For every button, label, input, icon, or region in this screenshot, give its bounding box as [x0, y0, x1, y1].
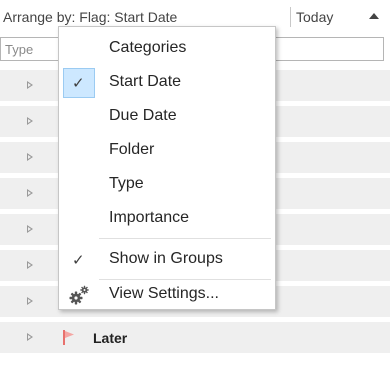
arrange-by-label[interactable]: Arrange by: Flag: Start Date	[3, 9, 177, 25]
menu-separator	[99, 238, 271, 239]
expand-triangle-icon[interactable]	[27, 81, 33, 89]
search-text: Type	[5, 42, 34, 57]
menu-item-show-in-groups[interactable]: ✓ Show in Groups	[59, 242, 275, 276]
menu-item-label: Start Date	[109, 73, 182, 90]
checkmark-icon: ✓	[72, 252, 85, 269]
gear-icon	[69, 285, 89, 305]
expand-triangle-icon[interactable]	[27, 189, 33, 197]
menu-item-start-date[interactable]: ✓ Start Date	[59, 65, 275, 99]
menu-item-folder[interactable]: Folder	[59, 133, 275, 167]
sort-ascending-icon[interactable]	[369, 13, 379, 19]
expand-triangle-icon[interactable]	[27, 261, 33, 269]
menu-item-type[interactable]: Type	[59, 167, 275, 201]
expand-triangle-icon[interactable]	[27, 117, 33, 125]
expand-triangle-icon[interactable]	[27, 153, 33, 161]
menu-item-label: View Settings...	[109, 285, 219, 302]
menu-item-view-settings[interactable]: View Settings...	[59, 277, 275, 311]
menu-item-label: Folder	[109, 141, 155, 158]
today-sort-label[interactable]: Today	[296, 9, 333, 25]
arrange-context-menu: Categories ✓ Start Date Due Date Folder …	[58, 26, 276, 310]
flag-icon	[63, 330, 74, 345]
group-label: Later	[93, 330, 128, 346]
expand-triangle-icon[interactable]	[27, 297, 33, 305]
menu-item-due-date[interactable]: Due Date	[59, 99, 275, 133]
expand-triangle-icon[interactable]	[27, 225, 33, 233]
checkmark-icon: ✓	[72, 75, 85, 92]
group-header-later[interactable]: Later	[0, 322, 390, 353]
header-divider	[290, 7, 291, 27]
menu-item-label: Type	[109, 175, 144, 192]
menu-item-label: Categories	[109, 39, 187, 56]
menu-item-label: Importance	[109, 209, 190, 226]
menu-item-label: Due Date	[109, 107, 177, 124]
expand-triangle-icon[interactable]	[27, 333, 33, 341]
menu-item-label: Show in Groups	[109, 250, 223, 267]
menu-item-categories[interactable]: Categories	[59, 31, 275, 65]
menu-item-importance[interactable]: Importance	[59, 201, 275, 235]
